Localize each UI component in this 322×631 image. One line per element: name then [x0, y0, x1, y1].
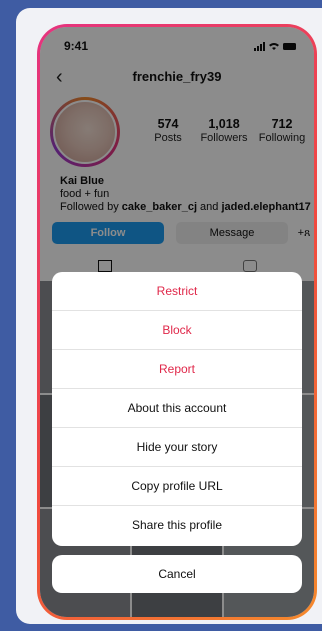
cancel-button[interactable]: Cancel	[52, 555, 302, 593]
report-option[interactable]: Report	[52, 350, 302, 389]
phone-screen: 9:41 ‹ frenchie_fry39 574 Posts 1,018 Fo…	[40, 27, 314, 617]
phone-frame: 9:41 ‹ frenchie_fry39 574 Posts 1,018 Fo…	[37, 24, 317, 620]
copy-profile-url-option[interactable]: Copy profile URL	[52, 467, 302, 506]
block-option[interactable]: Block	[52, 311, 302, 350]
about-account-option[interactable]: About this account	[52, 389, 302, 428]
restrict-option[interactable]: Restrict	[52, 272, 302, 311]
hide-story-option[interactable]: Hide your story	[52, 428, 302, 467]
action-sheet: Restrict Block Report About this account…	[52, 272, 302, 546]
share-profile-option[interactable]: Share this profile	[52, 506, 302, 545]
